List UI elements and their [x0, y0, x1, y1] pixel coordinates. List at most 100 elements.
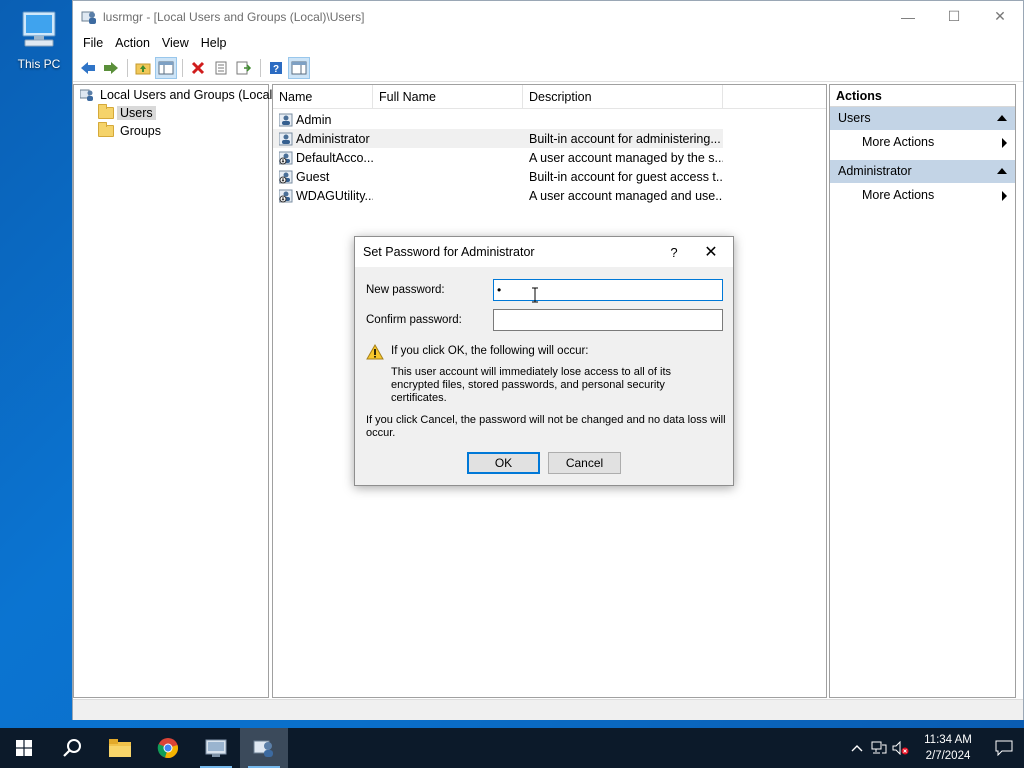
forward-button[interactable]	[100, 57, 122, 79]
disabled-user-icon	[279, 189, 293, 202]
back-button[interactable]	[77, 57, 99, 79]
tree-item-users[interactable]: Users	[98, 104, 156, 120]
close-button[interactable]: ✕	[977, 1, 1023, 32]
menu-action[interactable]: Action	[109, 32, 156, 54]
table-row[interactable]: WDAGUtility... A user account managed an…	[273, 186, 723, 205]
toolbar-separator	[127, 58, 128, 77]
taskbar: 11:34 AM 2/7/2024	[0, 728, 1024, 768]
actions-section-administrator[interactable]: Administrator	[830, 160, 1015, 183]
taskbar-clock[interactable]: 11:34 AM 2/7/2024	[912, 732, 984, 764]
status-bar	[73, 699, 1023, 720]
disabled-user-icon	[279, 170, 293, 183]
windows-logo-icon	[16, 740, 32, 756]
collapse-up-icon[interactable]	[997, 168, 1007, 174]
user-name: Guest	[296, 169, 330, 184]
properties-button[interactable]	[210, 57, 232, 79]
window-title: lusrmgr - [Local Users and Groups (Local…	[103, 9, 365, 24]
file-explorer-icon	[109, 739, 131, 757]
minimize-button[interactable]: —	[885, 1, 931, 32]
chevron-up-icon	[851, 745, 863, 752]
desktop-icon-this-pc[interactable]: This PC	[10, 8, 68, 71]
network-icon	[871, 741, 887, 754]
submenu-arrow-icon	[1002, 191, 1007, 201]
taskbar-chrome[interactable]	[144, 728, 192, 768]
user-description: A user account managed and use...	[529, 188, 723, 203]
menu-bar: File Action View Help	[73, 32, 1023, 54]
system-tray: 11:34 AM 2/7/2024	[846, 728, 1024, 768]
menu-view[interactable]: View	[156, 32, 195, 54]
tree-item-groups[interactable]: Groups	[98, 122, 164, 138]
action-center-button[interactable]	[984, 728, 1024, 768]
volume-button[interactable]	[890, 728, 912, 768]
tree-root-node[interactable]: Local Users and Groups (Local)	[80, 88, 279, 102]
new-password-field[interactable]: •	[493, 279, 723, 301]
dialog-close-button[interactable]: ✕	[689, 242, 733, 262]
delete-button[interactable]	[187, 57, 209, 79]
user-icon	[279, 113, 293, 126]
show-hidden-icons-button[interactable]	[846, 728, 868, 768]
column-header-name[interactable]: Name	[273, 85, 373, 108]
help-button[interactable]: ?	[265, 57, 287, 79]
search-icon	[63, 739, 81, 757]
server-manager-icon	[205, 739, 227, 757]
cancel-note: If you click Cancel, the password will n…	[366, 414, 726, 439]
confirm-password-label: Confirm password:	[366, 314, 462, 326]
user-name: DefaultAcco...	[296, 150, 373, 165]
action-item-label: More Actions	[862, 135, 935, 149]
up-level-button[interactable]	[132, 57, 154, 79]
show-hide-action-pane-button[interactable]	[288, 56, 310, 79]
forward-arrow-icon	[104, 61, 118, 74]
folder-up-icon	[135, 63, 151, 74]
help-button[interactable]: ?	[659, 245, 689, 260]
export-list-icon	[236, 61, 252, 74]
column-header-description[interactable]: Description	[523, 85, 723, 108]
export-list-button[interactable]	[233, 57, 255, 79]
confirm-password-field[interactable]	[493, 309, 723, 331]
desktop-icon-label: This PC	[17, 57, 61, 71]
maximize-button[interactable]: ☐	[931, 1, 977, 32]
cancel-button[interactable]: Cancel	[548, 452, 621, 474]
ok-button[interactable]: OK	[467, 452, 540, 474]
dialog-title: Set Password for Administrator	[363, 245, 535, 259]
network-status-button[interactable]	[868, 728, 890, 768]
tree-root-label: Local Users and Groups (Local)	[100, 88, 277, 102]
action-pane-icon	[291, 61, 307, 74]
toolbar-separator	[260, 58, 261, 77]
toolbar-separator	[182, 58, 183, 77]
delete-x-icon	[191, 61, 205, 74]
table-row[interactable]: Guest Built-in account for guest access …	[273, 167, 723, 186]
user-name: Admin	[296, 112, 332, 127]
column-header-full-name[interactable]: Full Name	[373, 85, 523, 108]
start-button[interactable]	[0, 728, 48, 768]
clock-time: 11:34 AM	[924, 734, 972, 746]
back-arrow-icon	[81, 61, 95, 74]
folder-icon	[98, 104, 114, 119]
user-name: WDAGUtility...	[296, 188, 373, 203]
console-tree-icon	[158, 61, 174, 74]
table-row[interactable]: Administrator Built-in account for admin…	[273, 129, 723, 148]
taskbar-lusrmgr[interactable]	[240, 728, 288, 768]
search-button[interactable]	[48, 728, 96, 768]
notification-icon	[995, 740, 1013, 756]
user-name: Administrator	[296, 131, 370, 146]
set-password-dialog: Set Password for Administrator ? ✕ New p…	[354, 236, 734, 486]
tree-item-label: Groups	[120, 124, 161, 138]
tree-item-label: Users	[117, 106, 156, 120]
more-actions-administrator[interactable]: More Actions	[830, 183, 1015, 208]
lusrmgr-app-icon	[81, 11, 96, 24]
menu-file[interactable]: File	[77, 32, 109, 54]
table-row[interactable]: Admin	[273, 110, 723, 129]
more-actions-users[interactable]: More Actions	[830, 130, 1015, 155]
menu-help[interactable]: Help	[195, 32, 233, 54]
taskbar-file-explorer[interactable]	[96, 728, 144, 768]
dialog-title-bar[interactable]: Set Password for Administrator ? ✕	[355, 237, 733, 267]
title-bar[interactable]: lusrmgr - [Local Users and Groups (Local…	[73, 1, 1023, 32]
user-description: Built-in account for administering...	[529, 131, 721, 146]
actions-section-users[interactable]: Users	[830, 107, 1015, 130]
user-description: Built-in account for guest access t...	[529, 169, 723, 184]
show-hide-console-tree-button[interactable]	[155, 56, 177, 79]
table-row[interactable]: DefaultAcco... A user account managed by…	[273, 148, 723, 167]
chrome-icon	[157, 738, 178, 758]
taskbar-server-manager[interactable]	[192, 728, 240, 768]
collapse-up-icon[interactable]	[997, 115, 1007, 121]
